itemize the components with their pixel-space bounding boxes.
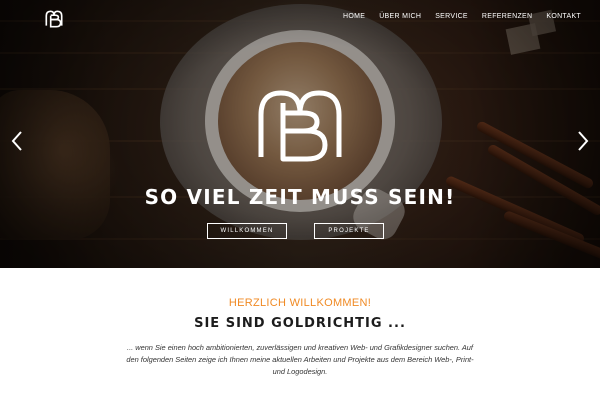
- nav-item-home[interactable]: HOME: [336, 13, 372, 20]
- bm-monogram-icon[interactable]: [43, 8, 65, 30]
- main-nav: HOME ÜBER MICH SERVICE REFERENZEN KONTAK…: [336, 13, 588, 20]
- nav-item-kontakt[interactable]: KONTAKT: [539, 13, 588, 20]
- chevron-right-icon[interactable]: [576, 130, 590, 152]
- welcome-button[interactable]: WILLKOMMEN: [207, 223, 287, 239]
- projects-button[interactable]: PROJEKTE: [314, 223, 384, 239]
- nav-item-service[interactable]: SERVICE: [428, 13, 475, 20]
- chevron-left-icon[interactable]: [10, 130, 24, 152]
- hero-logo-icon: [258, 90, 342, 162]
- welcome-subtitle: HERZLICH WILLKOMMEN!: [228, 297, 372, 309]
- nav-item-ueber-mich[interactable]: ÜBER MICH: [372, 13, 428, 20]
- hero-title: SO VIEL ZEIT MUSS SEIN!: [144, 185, 456, 209]
- intro-text: ... wenn Sie einen hoch ambitionierten, …: [126, 343, 474, 376]
- section-heading: SIE SIND GOLDRICHTIG ...: [194, 316, 406, 331]
- nav-item-referenzen[interactable]: REFERENZEN: [475, 13, 539, 20]
- hero-slider: HOME ÜBER MICH SERVICE REFERENZEN KONTAK…: [0, 0, 600, 268]
